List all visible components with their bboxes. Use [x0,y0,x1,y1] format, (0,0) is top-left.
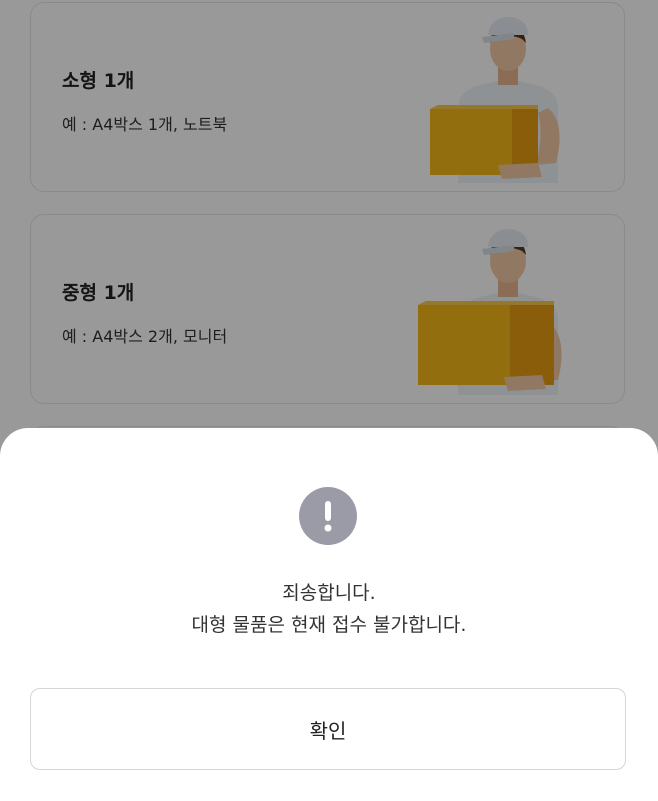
confirm-button[interactable]: 확인 [30,688,626,770]
exclamation-icon [299,487,357,545]
alert-message-line-1: 죄송합니다. [282,582,376,604]
alert-message-line-2: 대형 물품은 현재 접수 불가합니다. [191,614,467,636]
alert-bottom-sheet: 죄송합니다. 대형 물품은 현재 접수 불가합니다. 확인 [0,428,658,801]
